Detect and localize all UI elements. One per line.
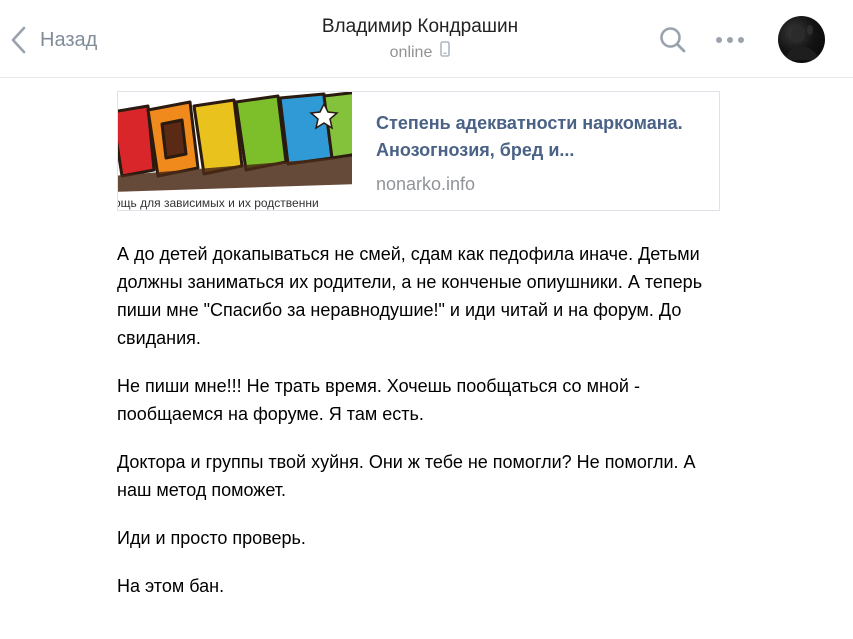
message-list: А до детей докапываться не смей, сдам ка…	[117, 240, 727, 620]
more-dots-icon	[713, 37, 747, 56]
chat-header: Назад Владимир Кондрашин online	[0, 0, 853, 78]
message-text: А до детей докапываться не смей, сдам ка…	[117, 244, 703, 348]
chat-title[interactable]: Владимир Кондрашин online	[250, 14, 590, 66]
search-icon	[658, 27, 688, 59]
message-text: Иди и просто проверь.	[117, 528, 306, 548]
chevron-left-icon	[10, 26, 26, 54]
more-button[interactable]	[713, 28, 747, 52]
message-text: Доктора и группы твой хуйня. Они ж тебе …	[117, 452, 696, 500]
contact-name: Владимир Кондрашин	[321, 16, 519, 37]
link-thumbnail: ощь для зависимых и их родственни	[118, 92, 352, 210]
search-button[interactable]	[658, 25, 688, 55]
link-domain: nonarko.info	[376, 174, 476, 194]
message-text: На этом бан.	[117, 576, 225, 596]
status-text: online	[389, 44, 433, 61]
online-status: online	[390, 40, 451, 66]
avatar[interactable]	[778, 16, 825, 63]
message-text: Не пиши мне!!! Не трать время. Хочешь по…	[117, 376, 640, 424]
back-label: Назад	[40, 28, 98, 51]
svg-text:ощь для зависимых и их родстве: ощь для зависимых и их родственни	[118, 196, 319, 210]
mobile-phone-icon	[440, 40, 451, 66]
back-button[interactable]: Назад	[10, 22, 97, 58]
link-preview-card[interactable]: ощь для зависимых и их родственни Степен…	[117, 91, 720, 211]
link-title[interactable]: Степень адекватности наркомана. Анозогно…	[376, 110, 716, 164]
link-info: Степень адекватности наркомана. Анозогно…	[352, 92, 716, 210]
nonarko-logo: ощь для зависимых и их родственни	[118, 92, 352, 210]
